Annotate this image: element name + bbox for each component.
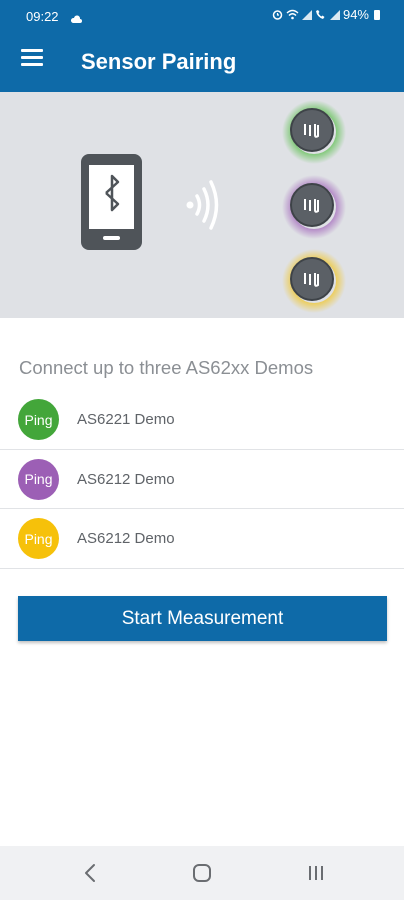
wireless-signal-icon bbox=[186, 180, 219, 230]
sensor-yellow-icon bbox=[282, 249, 346, 313]
status-time: 09:22 bbox=[26, 9, 59, 24]
wifi-icon bbox=[286, 9, 299, 20]
ping-button[interactable]: Ping bbox=[18, 518, 59, 559]
signal-icon bbox=[301, 9, 312, 20]
status-icons: 94% bbox=[272, 7, 380, 22]
system-navigation-bar bbox=[0, 846, 404, 900]
battery-percent: 94% bbox=[342, 7, 369, 22]
ping-button[interactable]: Ping bbox=[18, 458, 59, 500]
device-name: AS6212 Demo bbox=[77, 470, 175, 488]
device-name: AS6221 Demo bbox=[77, 411, 175, 428]
home-icon[interactable] bbox=[172, 846, 232, 900]
list-item: Ping AS6221 Demo bbox=[0, 390, 404, 450]
call-icon bbox=[315, 10, 325, 19]
instructions-text: Connect up to three AS62xx Demos bbox=[19, 357, 314, 378]
start-measurement-button[interactable]: Start Measurement bbox=[18, 596, 387, 641]
list-item: Ping AS6212 Demo bbox=[0, 450, 404, 509]
phone-bluetooth-icon bbox=[81, 154, 142, 250]
pairing-illustration bbox=[0, 92, 404, 318]
sensor-purple-icon bbox=[282, 175, 346, 239]
signal-icon bbox=[329, 9, 340, 20]
recents-icon[interactable] bbox=[286, 846, 346, 900]
hamburger-menu-icon[interactable] bbox=[16, 46, 48, 76]
back-icon[interactable] bbox=[60, 846, 120, 900]
device-name: AS6212 Demo bbox=[77, 530, 175, 547]
status-bar: 09:22 94% bbox=[0, 0, 404, 30]
sensor-green-icon bbox=[282, 100, 346, 164]
list-item: Ping AS6212 Demo bbox=[0, 509, 404, 569]
cloud-icon bbox=[70, 11, 82, 26]
alarm-icon bbox=[272, 10, 283, 20]
ping-button[interactable]: Ping bbox=[18, 399, 59, 440]
device-list: Ping AS6221 Demo Ping AS6212 Demo Ping A… bbox=[0, 390, 404, 569]
app-bar: Sensor Pairing bbox=[0, 30, 404, 92]
battery-icon bbox=[374, 9, 380, 20]
page-title: Sensor Pairing bbox=[81, 49, 237, 74]
